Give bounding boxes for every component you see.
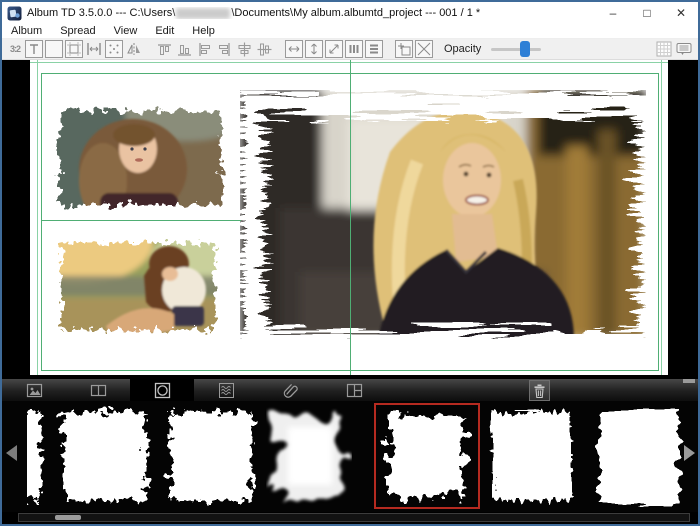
guide-top-edge	[30, 62, 668, 63]
guide-left-edge	[37, 60, 38, 375]
align-center-horizontal-icon[interactable]	[235, 40, 253, 58]
mask-thumbnail[interactable]	[588, 403, 688, 509]
grid-toggle-icon[interactable]	[655, 40, 673, 58]
distribute-horizontal-icon[interactable]	[345, 40, 363, 58]
flip-horizontal-icon[interactable]	[125, 40, 143, 58]
opacity-slider[interactable]	[491, 41, 541, 57]
tab-spreads[interactable]	[66, 379, 130, 402]
filmstrip-scrollbar-row	[2, 512, 698, 524]
resize-diagonal-icon[interactable]	[325, 40, 343, 58]
mask-thumbnail[interactable]	[160, 403, 262, 509]
opacity-slider-track[interactable]	[491, 48, 541, 51]
menu-bar: Album Spread View Edit Help	[2, 24, 698, 39]
scroll-right-arrow[interactable]	[684, 445, 695, 461]
photo-girl-sitting-field[interactable]	[48, 230, 228, 343]
align-right-icon[interactable]	[215, 40, 233, 58]
title-bar: Album TD 3.5.0.0 --- C:\Users\ \Document…	[2, 2, 698, 24]
opacity-label: Opacity	[444, 43, 481, 55]
window-title: Album TD 3.5.0.0 --- C:\Users\ \Document…	[27, 7, 596, 19]
guide-horizontal-left	[41, 220, 241, 221]
guide-center-vertical	[350, 60, 351, 375]
aspect-ratio-icon[interactable]: 3:2	[7, 40, 23, 58]
empty-frame-icon[interactable]	[45, 40, 63, 58]
annotations-toggle-icon[interactable]	[675, 40, 693, 58]
minimize-button[interactable]: –	[596, 2, 630, 24]
app-window: Album TD 3.5.0.0 --- C:\Users\ \Document…	[0, 0, 700, 526]
maximize-button[interactable]: □	[630, 2, 664, 24]
close-button[interactable]: ✕	[664, 2, 698, 24]
text-frame-icon[interactable]	[25, 40, 43, 58]
guide-right-edge	[661, 60, 662, 375]
scroll-left-arrow[interactable]	[6, 445, 17, 461]
add-frame-icon[interactable]	[395, 40, 413, 58]
title-suffix: \Documents\My album.albumtd_project --- …	[231, 7, 480, 19]
menu-view[interactable]: View	[105, 24, 147, 38]
fit-horizontal-icon[interactable]	[85, 40, 103, 58]
spread-canvas[interactable]	[2, 60, 698, 378]
photo-portrait-girl[interactable]	[45, 97, 235, 219]
masks-panel-tabbar	[2, 378, 698, 401]
opacity-control: Opacity	[444, 41, 541, 57]
align-bottom-icon[interactable]	[175, 40, 193, 58]
guide-margin-right	[658, 73, 659, 370]
filmstrip-scrollbar-thumb[interactable]	[55, 515, 81, 520]
align-top-icon[interactable]	[155, 40, 173, 58]
resize-vertical-icon[interactable]	[305, 40, 323, 58]
margins-frame-icon[interactable]	[65, 40, 83, 58]
mask-thumbnail[interactable]	[54, 403, 156, 509]
menu-spread[interactable]: Spread	[51, 24, 104, 38]
photo-blonde-woman[interactable]	[240, 90, 646, 339]
align-left-icon[interactable]	[195, 40, 213, 58]
tab-textures[interactable]	[194, 379, 258, 402]
album-page[interactable]	[30, 60, 668, 375]
app-icon	[7, 6, 22, 21]
tab-layouts[interactable]	[322, 379, 386, 402]
menu-edit[interactable]: Edit	[146, 24, 183, 38]
guide-margin-left	[41, 73, 42, 370]
mask-thumbnail-selected[interactable]	[374, 403, 480, 509]
mask-thumbnail[interactable]	[266, 403, 352, 509]
opacity-slider-thumb[interactable]	[520, 41, 530, 57]
title-prefix: Album TD 3.5.0.0 --- C:\Users\	[27, 7, 175, 19]
mask-thumbnail[interactable]	[27, 403, 50, 509]
toolbar: 3:2	[2, 39, 698, 60]
corner-handles-icon[interactable]	[105, 40, 123, 58]
resize-horizontal-icon[interactable]	[285, 40, 303, 58]
distribute-vertical-icon[interactable]	[365, 40, 383, 58]
menu-help[interactable]: Help	[183, 24, 224, 38]
panel-resize-notch[interactable]	[683, 379, 695, 383]
tab-masks[interactable]	[130, 379, 194, 402]
tab-photos[interactable]	[2, 379, 66, 402]
filmstrip-scrollbar-track[interactable]	[18, 513, 690, 522]
align-center-vertical-icon[interactable]	[255, 40, 273, 58]
redacted-username	[176, 8, 230, 19]
menu-album[interactable]: Album	[2, 24, 51, 38]
tab-cliparts[interactable]	[258, 379, 322, 402]
trash-icon	[533, 384, 546, 398]
mask-filmstrip	[2, 401, 698, 512]
remove-frame-icon[interactable]	[415, 40, 433, 58]
delete-mask-button[interactable]	[529, 380, 550, 401]
mask-thumbnail[interactable]	[484, 403, 580, 509]
